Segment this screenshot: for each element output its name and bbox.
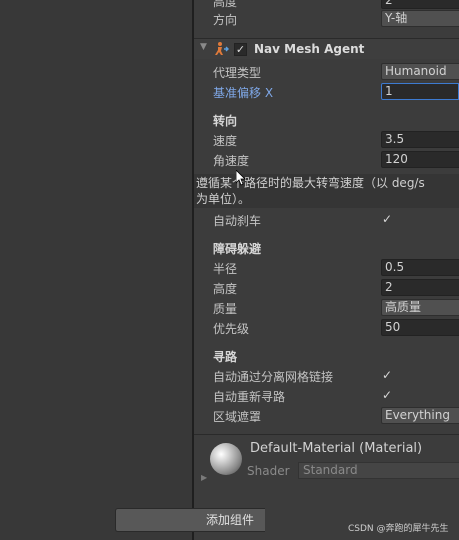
mouse-cursor-icon [235,169,246,186]
shape-height-field[interactable]: 2 [381,0,459,9]
material-name: Default-Material (Material) [250,441,423,456]
direction-label: 方向 [213,13,238,27]
inspector-panel: 高度 2 方向 Y-轴 ▼ ✓ Nav Mesh Agent 代理类型 Huma… [194,0,459,540]
priority-input[interactable]: 50 [381,319,459,336]
base-offset-input[interactable]: 1 [381,83,459,100]
row-auto-repath: 自动重新寻路 ✓ [194,386,459,406]
auto-brake-checkbox[interactable]: ✓ [382,213,394,225]
nav-agent-icon [213,41,229,57]
auto-traverse-checkbox[interactable]: ✓ [382,369,394,381]
left-panel [0,0,192,540]
steering-section-title: 转向 [213,114,238,128]
area-mask-dropdown[interactable]: Everything [381,407,459,424]
row-auto-brake: 自动刹车 ✓ [194,210,459,230]
material-preview-sphere-icon[interactable] [210,443,242,475]
row-area-mask: 区域遮罩 Everything [194,406,459,426]
tooltip-line-2: 为单位）。 [196,192,251,206]
row-agent-type: 代理类型 Humanoid [194,62,459,82]
agent-type-dropdown[interactable]: Humanoid [381,63,459,80]
row-direction: 方向 Y-轴 [194,9,459,29]
tooltip: 遵循某个路径时的最大转弯速度（以 deg/s 为单位）。 [194,174,459,208]
auto-repath-label: 自动重新寻路 [213,390,286,404]
agent-type-label: 代理类型 [213,66,262,80]
auto-traverse-label: 自动通过分离网格链接 [213,370,334,384]
direction-dropdown[interactable]: Y-轴 [381,10,459,27]
radius-input[interactable]: 0.5 [381,259,459,276]
speed-input[interactable]: 3.5 [381,131,459,148]
shader-dropdown[interactable]: Standard [298,462,459,479]
material-section: ▶ Default-Material (Material) Shader Sta… [194,434,459,486]
component-enabled-checkbox[interactable]: ✓ [234,43,247,56]
nav-mesh-agent-header[interactable]: ▼ ✓ Nav Mesh Agent [194,38,459,59]
row-obstacle-height: 高度 2 [194,278,459,298]
row-base-offset: 基准偏移 X 1 [194,82,459,102]
auto-repath-checkbox[interactable]: ✓ [382,389,394,401]
quality-dropdown[interactable]: 高质量 [381,299,459,316]
obstacle-height-label: 高度 [213,282,238,296]
row-quality: 质量 高质量 [194,298,459,318]
area-mask-label: 区域遮罩 [213,410,262,424]
angular-speed-input[interactable]: 120 [381,151,459,168]
base-offset-label: 基准偏移 X [213,86,274,100]
add-component-button[interactable]: 添加组件 [115,508,265,532]
row-speed: 速度 3.5 [194,130,459,150]
shader-label: Shader [247,464,290,478]
priority-label: 优先级 [213,322,250,336]
auto-brake-label: 自动刹车 [213,214,262,228]
pathfinding-section-title: 寻路 [213,350,238,364]
component-title: Nav Mesh Agent [254,42,365,56]
row-radius: 半径 0.5 [194,258,459,278]
foldout-arrow-icon[interactable]: ▼ [200,42,207,52]
row-priority: 优先级 50 [194,318,459,338]
row-auto-traverse: 自动通过分离网格链接 ✓ [194,366,459,386]
foldout-arrow-icon[interactable]: ▶ [201,473,207,482]
row-angular-speed: 角速度 120 [194,150,459,170]
quality-label: 质量 [213,302,238,316]
obstacle-section-title: 障碍躲避 [213,242,262,256]
speed-label: 速度 [213,134,238,148]
radius-label: 半径 [213,262,238,276]
angular-speed-label: 角速度 [213,154,250,168]
watermark: CSDN @奔跑的犀牛先生 [348,524,449,534]
obstacle-height-input[interactable]: 2 [381,279,459,296]
